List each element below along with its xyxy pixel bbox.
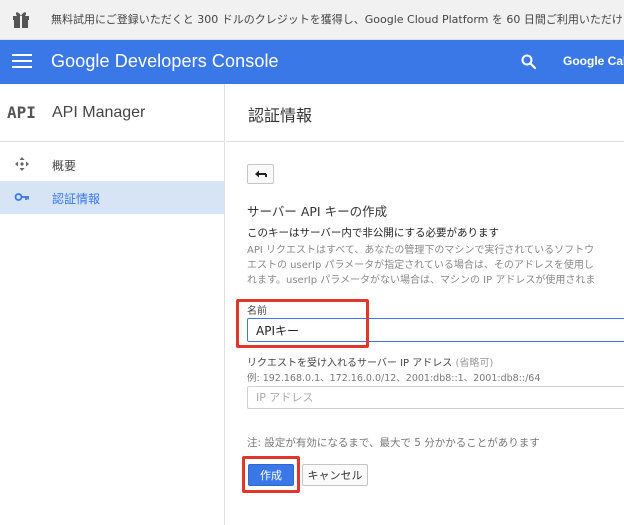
sidebar-item-label: 概要 [52,159,77,173]
api-icon: API [7,103,36,122]
project-selector[interactable]: Google Cale [563,54,624,68]
page-title: 認証情報 [248,106,313,125]
sidebar-item-label: 認証情報 [52,192,101,206]
ip-optional-hint: (省略可) [455,358,494,369]
main-header: 認証情報 [226,84,624,142]
promo-text: 無料試用にご登録いただくと 300 ドルのクレジットを獲得し、Google Cl… [51,13,624,26]
sidebar-item-credentials[interactable]: 認証情報 [0,181,224,214]
cancel-button[interactable]: キャンセル [302,464,368,486]
overview-icon [15,157,29,171]
ip-address-input[interactable] [247,386,624,409]
ip-label-text: リクエストを受け入れるサーバー IP アドレス [247,358,453,369]
brand-logo[interactable]: Google Developers Console [51,51,279,72]
sidebar: API API Manager 概要 認証情報 [0,84,225,525]
name-input[interactable] [247,318,624,342]
search-icon[interactable] [520,53,538,71]
gift-icon [13,12,29,28]
notice-line: れます。userIp パラメータがない場合は、マシンの IP アドレスが使用され… [247,275,596,286]
back-arrow-icon [254,170,267,178]
name-label: 名前 [247,306,267,317]
ip-label: リクエストを受け入れるサーバー IP アドレス (省略可) [247,354,493,369]
app-bar: Google Developers Console Google Cale [0,40,624,84]
brand-product: Developers Console [114,51,279,71]
promo-banner: 無料試用にご登録いただくと 300 ドルのクレジットを獲得し、Google Cl… [0,0,624,40]
brand-google: Google [51,51,110,71]
back-button[interactable] [247,164,274,184]
main-content: 認証情報 サーバー API キーの作成 このキーはサーバー内で非公開にする必要が… [226,84,624,525]
sidebar-header: API API Manager [0,84,224,142]
ip-example: 例: 192.168.0.1、172.16.0.0/12、2001:db8::1… [247,373,541,384]
delay-note: 注: 設定が有効になるまで、最大で 5 分かかることがあります [247,437,540,449]
hamburger-menu-icon[interactable] [12,54,32,70]
section-title: サーバー API キーの作成 [247,204,388,219]
notice-line: エストの userIp パラメータが指定されている場合は、そのアドレスを使用し [247,260,594,271]
notice-title: このキーはサーバー内で非公開にする必要があります [247,227,499,239]
sidebar-item-overview[interactable]: 概要 [0,148,224,181]
sidebar-title: API Manager [52,104,146,121]
key-icon [14,193,29,201]
create-button[interactable]: 作成 [248,464,294,486]
notice-line: API リクエストはすべて、あなたの管理下のマシンで実行されているソフトウ [247,245,595,256]
